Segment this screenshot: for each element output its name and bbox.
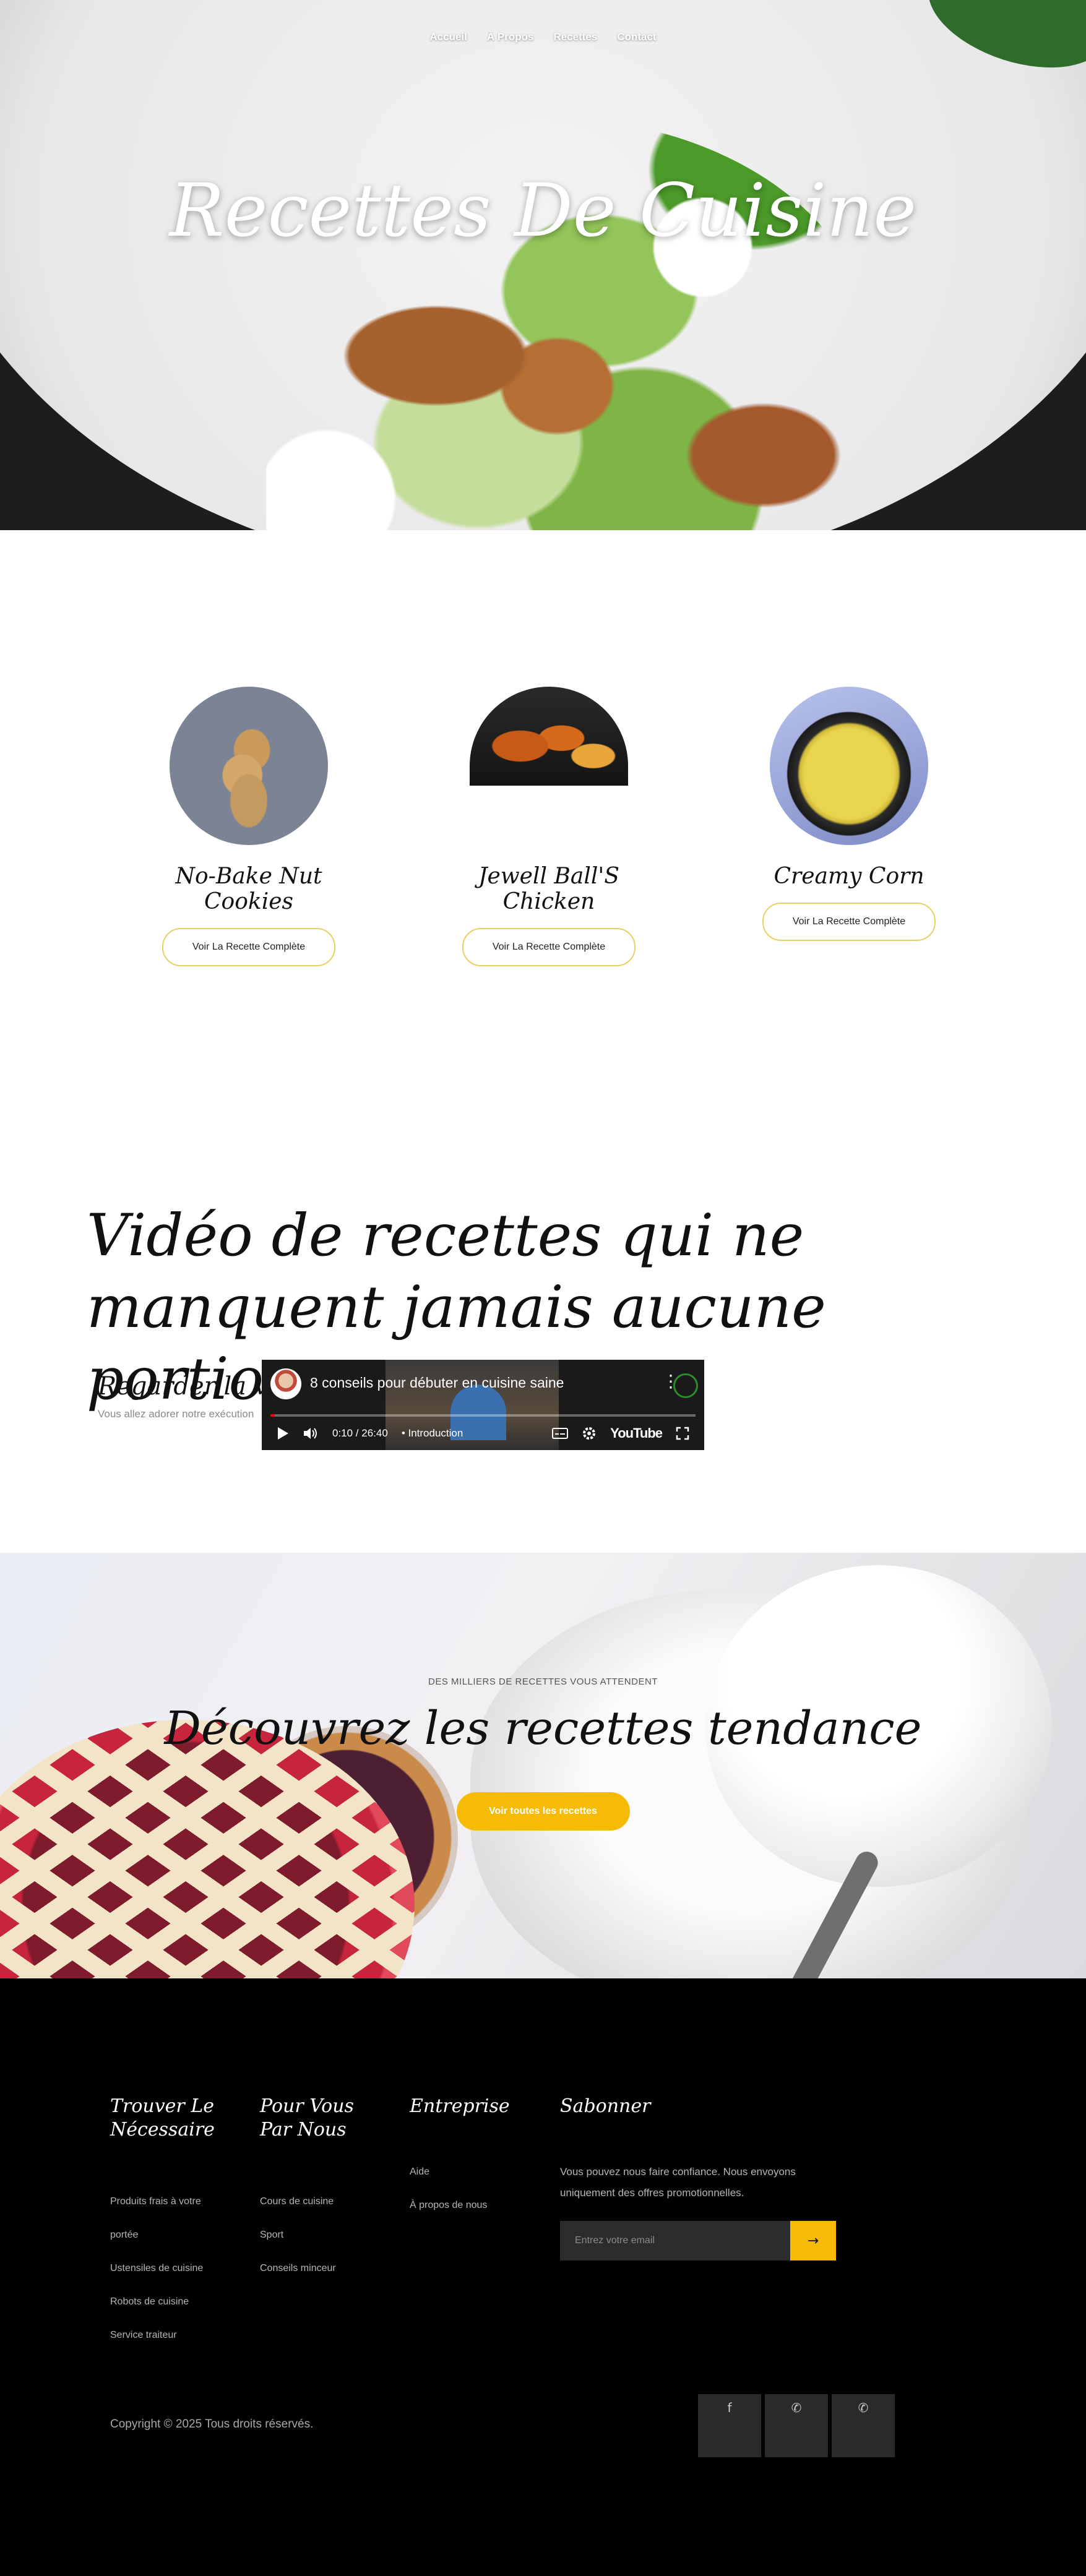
whatsapp-icon: ✆ bbox=[791, 2400, 802, 2415]
video-player[interactable]: 8 conseils pour débuter en cuisine saine… bbox=[262, 1360, 704, 1450]
trending-section: DES MILLIERS DE RECETTES VOUS ATTENDENT … bbox=[0, 1553, 1086, 1978]
footer-link[interactable]: Conseils minceur bbox=[260, 2252, 384, 2285]
arrow-right-icon: → bbox=[807, 2233, 819, 2249]
whatsapp-button[interactable]: ✆ bbox=[832, 2394, 895, 2457]
settings-gear-icon[interactable] bbox=[582, 1426, 597, 1441]
footer-col-title: Sabonner bbox=[560, 2095, 651, 2117]
footer-col-title: Pour Vous Par Nous bbox=[260, 2095, 354, 2140]
recipe-title: No-Bake Nut Cookies bbox=[175, 864, 322, 914]
footer-col-for-you: Pour Vous Par Nous Cours de cuisine Spor… bbox=[260, 2095, 384, 2285]
footer-col-find: Trouver Le Nécessaire Produits frais à v… bbox=[110, 2095, 234, 2352]
footer-col-title: Entreprise bbox=[410, 2095, 510, 2117]
video-time: 0:10 / 26:40 bbox=[332, 1427, 388, 1439]
footer-link[interactable]: Produits frais à votre bbox=[110, 2185, 234, 2218]
recipe-card: Creamy Corn Voir La Recette Complète bbox=[756, 687, 942, 941]
subtitles-icon[interactable] bbox=[552, 1427, 569, 1440]
fullscreen-icon[interactable] bbox=[676, 1427, 689, 1440]
recipe-photo-chicken bbox=[470, 687, 628, 786]
youtube-logo[interactable]: YouTube bbox=[610, 1425, 663, 1441]
nav-item-recettes[interactable]: Recettes bbox=[553, 31, 597, 43]
trending-content: DES MILLIERS DE RECETTES VOUS ATTENDENT … bbox=[0, 1677, 1086, 1831]
recipes-section: No-Bake Nut Cookies Voir La Recette Comp… bbox=[0, 687, 1086, 966]
video-section: Vidéo de recettes qui ne manquent jamais… bbox=[87, 1200, 953, 1450]
footer-links: Produits frais à votre portée Ustensiles… bbox=[110, 2185, 234, 2352]
whatsapp-icon: ✆ bbox=[858, 2400, 869, 2415]
nav-item-accueil[interactable]: Accueil bbox=[429, 31, 467, 43]
email-input[interactable] bbox=[560, 2221, 790, 2260]
trending-eyebrow: DES MILLIERS DE RECETTES VOUS ATTENDENT bbox=[428, 1677, 658, 1687]
footer: Trouver Le Nécessaire Produits frais à v… bbox=[0, 1978, 1086, 2576]
recipe-title: Creamy Corn bbox=[774, 864, 924, 889]
footer-link[interactable]: Sport bbox=[260, 2218, 384, 2252]
nav-item-a-propos[interactable]: À Propos bbox=[487, 31, 534, 43]
footer-link[interactable]: Ustensiles de cuisine bbox=[110, 2252, 234, 2285]
footer-link[interactable]: Aide bbox=[410, 2155, 533, 2189]
footer-link[interactable]: portée bbox=[110, 2218, 234, 2252]
whatsapp-button[interactable]: ✆ bbox=[765, 2394, 828, 2457]
subscribe-form: → bbox=[560, 2221, 836, 2260]
view-recipe-button[interactable]: Voir La Recette Complète bbox=[162, 928, 335, 966]
footer-col-subscribe: Sabonner Vous pouvez nous faire confianc… bbox=[560, 2095, 845, 2260]
facebook-icon: f bbox=[727, 2400, 732, 2415]
subscribe-button[interactable]: → bbox=[790, 2221, 836, 2260]
video-title[interactable]: 8 conseils pour débuter en cuisine saine bbox=[310, 1375, 564, 1391]
copyright-text: Copyright © 2025 Tous droits réservés. bbox=[110, 2418, 314, 2431]
footer-links: Aide À propos de nous bbox=[410, 2155, 533, 2222]
recipe-card: No-Bake Nut Cookies Voir La Recette Comp… bbox=[156, 687, 342, 966]
hero-section: Accueil À Propos Recettes Contact Recett… bbox=[0, 0, 1086, 530]
footer-link[interactable]: À propos de nous bbox=[410, 2189, 533, 2222]
recipe-photo-cookies bbox=[170, 687, 328, 845]
main-nav: Accueil À Propos Recettes Contact bbox=[0, 31, 1086, 43]
view-all-recipes-button[interactable]: Voir toutes les recettes bbox=[456, 1792, 630, 1831]
footer-col-title: Trouver Le Nécessaire bbox=[110, 2095, 215, 2140]
nav-item-contact[interactable]: Contact bbox=[617, 31, 656, 43]
video-chapter[interactable]: • Introduction bbox=[402, 1427, 463, 1440]
footer-link[interactable]: Service traiteur bbox=[110, 2319, 234, 2352]
recipe-photo-corn bbox=[770, 687, 928, 845]
footer-link[interactable]: Robots de cuisine bbox=[110, 2285, 234, 2319]
recipe-card: Jewell Ball'S Chicken Voir La Recette Co… bbox=[456, 687, 642, 966]
recipe-title: Jewell Ball'S Chicken bbox=[478, 864, 619, 914]
channel-logo-icon bbox=[673, 1373, 698, 1398]
play-icon[interactable] bbox=[277, 1427, 289, 1440]
subscribe-text: Vous pouvez nous faire confiance. Nous e… bbox=[560, 2166, 796, 2199]
footer-links: Cours de cuisine Sport Conseils minceur bbox=[260, 2185, 384, 2285]
volume-icon[interactable] bbox=[303, 1427, 319, 1440]
footer-link[interactable]: Cours de cuisine bbox=[260, 2185, 384, 2218]
footer-col-company: Entreprise Aide À propos de nous bbox=[410, 2095, 533, 2222]
social-links: f ✆ ✆ bbox=[698, 2394, 895, 2457]
facebook-button[interactable]: f bbox=[698, 2394, 761, 2457]
view-recipe-button[interactable]: Voir La Recette Complète bbox=[462, 928, 636, 966]
hero-title: Recettes De Cuisine bbox=[169, 168, 917, 253]
video-controls: 0:10 / 26:40 • Introduction YouTube bbox=[262, 1417, 704, 1450]
view-recipe-button[interactable]: Voir La Recette Complète bbox=[762, 903, 936, 941]
channel-avatar[interactable] bbox=[270, 1368, 301, 1399]
trending-title: Découvrez les recettes tendance bbox=[164, 1702, 922, 1755]
